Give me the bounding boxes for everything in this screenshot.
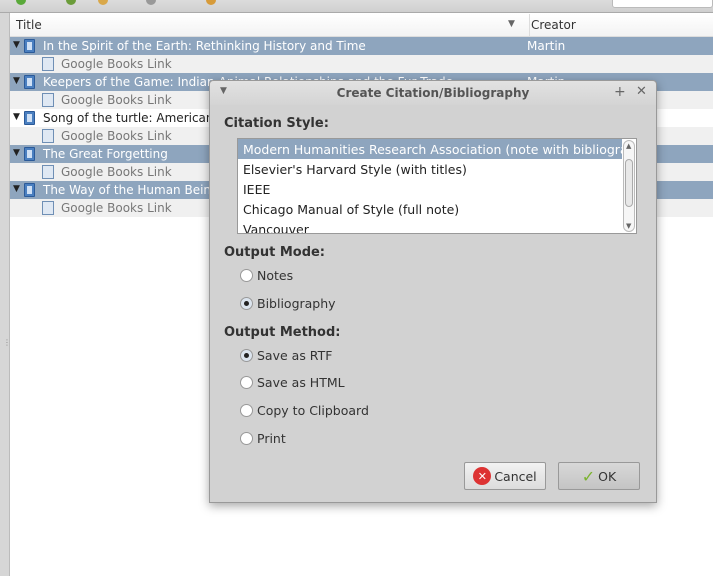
web-link-icon [42, 93, 54, 107]
toolbar [0, 0, 713, 13]
output-mode-label: Output Mode: [224, 245, 326, 260]
scrollbar-thumb[interactable] [625, 159, 633, 207]
output-mode-option[interactable]: Notes [240, 268, 293, 283]
output-method-label: Output Method: [224, 325, 341, 340]
sync-icon[interactable] [16, 0, 26, 5]
output-method-option[interactable]: Copy to Clipboard [240, 403, 369, 418]
item-creator: Martin [527, 39, 566, 53]
book-icon [24, 111, 35, 125]
web-link-icon [42, 165, 54, 179]
cancel-icon: ✕ [473, 467, 492, 485]
radio-button[interactable] [240, 376, 253, 389]
citation-style-option[interactable]: Modern Humanities Research Association (… [238, 139, 622, 159]
output-method-option[interactable]: Save as HTML [240, 375, 345, 390]
book-icon [24, 39, 35, 53]
collections-pane: ⋮ [0, 13, 11, 576]
ok-label: OK [598, 468, 617, 484]
book-icon [24, 183, 35, 197]
cancel-label: Cancel [494, 468, 537, 484]
web-link-icon [42, 129, 54, 143]
book-icon [24, 147, 35, 161]
expand-twisty-icon[interactable]: ▼ [13, 112, 20, 122]
item-row[interactable]: ▼ In the Spirit of the Earth: Rethinking … [10, 37, 713, 55]
sort-indicator-icon: ▼ [508, 19, 515, 29]
expand-twisty-icon[interactable]: ▼ [13, 184, 20, 194]
attachment-title: Google Books Link [61, 57, 172, 71]
web-link-icon [42, 57, 54, 71]
expand-twisty-icon[interactable]: ▼ [13, 148, 20, 158]
item-title: The Way of the Human Bein [43, 183, 212, 197]
radio-button[interactable] [240, 349, 253, 362]
ok-button[interactable]: ✓ OK [558, 462, 640, 490]
column-creator[interactable]: Creator [531, 18, 576, 32]
web-link-icon [42, 201, 54, 215]
splitter-grip[interactable]: ⋮ [3, 338, 11, 347]
scroll-down-icon[interactable]: ▼ [626, 222, 631, 230]
new-note-icon[interactable] [98, 0, 108, 5]
expand-twisty-icon[interactable]: ▼ [13, 76, 20, 86]
list-scrollbar[interactable]: ▲ ▼ [623, 140, 635, 232]
citation-style-option[interactable]: Chicago Manual of Style (full note) [238, 199, 636, 219]
radio-label: Bibliography [257, 296, 336, 311]
item-title: The Great Forgetting [43, 147, 168, 161]
radio-button[interactable] [240, 269, 253, 282]
column-title[interactable]: Title [16, 18, 42, 32]
cancel-button[interactable]: ✕ Cancel [464, 462, 546, 490]
locate-icon[interactable] [206, 0, 216, 5]
radio-label: Save as RTF [257, 348, 333, 363]
item-title: Song of the turtle: American [43, 111, 214, 125]
dialog-title: Create Citation/Bibliography [336, 86, 530, 100]
scroll-up-icon[interactable]: ▲ [626, 142, 631, 150]
items-table-header: Title ▼ Creator [10, 14, 713, 37]
maximize-icon[interactable]: + [614, 84, 626, 100]
book-icon [24, 75, 35, 89]
attachment-title: Google Books Link [61, 93, 172, 107]
create-citation-dialog: ▼ Create Citation/Bibliography + ✕ Citat… [209, 80, 657, 503]
search-input[interactable] [612, 0, 713, 8]
radio-label: Save as HTML [257, 375, 345, 390]
citation-style-label: Citation Style: [224, 116, 329, 131]
radio-label: Print [257, 431, 286, 446]
citation-style-option[interactable]: Vancouver [238, 219, 636, 233]
dialog-titlebar[interactable]: ▼ Create Citation/Bibliography + ✕ [210, 81, 656, 105]
radio-button[interactable] [240, 297, 253, 310]
attachment-title: Google Books Link [61, 129, 172, 143]
output-mode-option[interactable]: Bibliography [240, 296, 336, 311]
citation-style-option[interactable]: Elsevier's Harvard Style (with titles) [238, 159, 636, 179]
close-icon[interactable]: ✕ [636, 84, 647, 99]
output-method-option[interactable]: Print [240, 431, 286, 446]
item-title: In the Spirit of the Earth: Rethinking H… [43, 39, 366, 53]
output-method-option[interactable]: Save as RTF [240, 348, 332, 363]
radio-label: Notes [257, 268, 294, 283]
radio-button[interactable] [240, 404, 253, 417]
expand-twisty-icon[interactable]: ▼ [13, 40, 20, 50]
new-item-icon[interactable] [66, 0, 76, 5]
attach-icon[interactable] [146, 0, 156, 5]
attachment-title: Google Books Link [61, 201, 172, 215]
checkmark-icon: ✓ [581, 466, 596, 486]
radio-label: Copy to Clipboard [257, 403, 369, 418]
attachment-row[interactable]: Google Books Link [10, 55, 713, 73]
attachment-title: Google Books Link [61, 165, 172, 179]
citation-style-list[interactable]: Modern Humanities Research Association (… [237, 138, 637, 234]
column-divider[interactable] [529, 14, 530, 37]
citation-style-option[interactable]: IEEE [238, 179, 636, 199]
radio-button[interactable] [240, 432, 253, 445]
